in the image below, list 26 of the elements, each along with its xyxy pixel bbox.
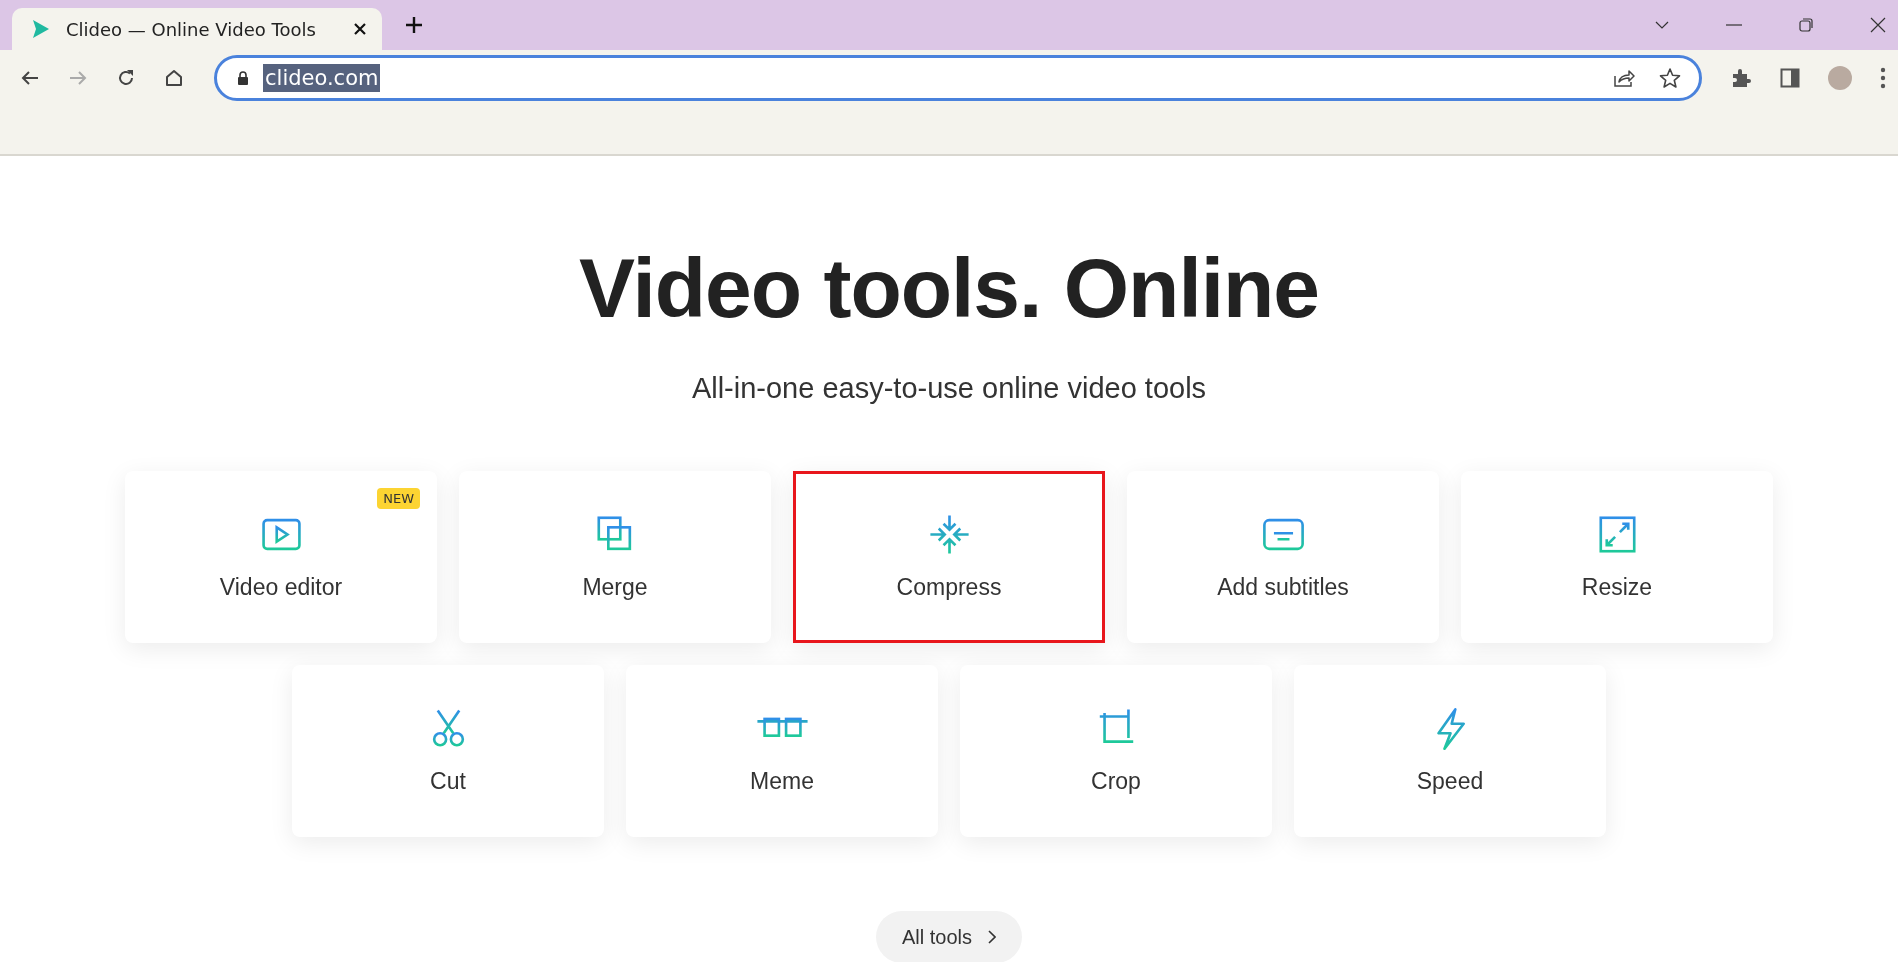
tool-card[interactable]: Meme [626, 665, 938, 837]
tool-label: Merge [582, 574, 648, 601]
tool-card[interactable]: Crop [960, 665, 1272, 837]
tool-card[interactable]: Video editor NEW [125, 471, 437, 643]
tool-card[interactable]: Compress [793, 471, 1105, 643]
url-text: clideo.com [263, 64, 381, 92]
tool-label: Resize [1581, 574, 1653, 601]
tool-label: Add subtitles [1217, 574, 1349, 601]
tool-card[interactable]: Add subtitles [1127, 471, 1439, 643]
address-bar[interactable]: clideo.com [214, 55, 1702, 101]
browser-tab[interactable]: Clideo — Online Video Tools [12, 8, 382, 50]
tool-label: Speed [1416, 768, 1484, 795]
tool-label: Compress [896, 574, 1002, 601]
page-subheading: All-in-one easy-to-use online video tools [691, 372, 1207, 405]
tab-title: Clideo — Online Video Tools [66, 18, 317, 40]
all-tools-button[interactable]: All tools [876, 911, 1022, 962]
tool-card[interactable]: Merge [459, 471, 771, 643]
tool-card[interactable]: Cut [292, 665, 604, 837]
page-heading: Video tools. Online [578, 246, 1320, 330]
tool-label: Crop [1091, 768, 1141, 795]
tool-label: Cut [430, 768, 466, 795]
tool-card[interactable]: Resize [1461, 471, 1773, 643]
tool-label: Video editor [219, 574, 343, 601]
new-badge: NEW [377, 488, 420, 509]
tool-card[interactable]: Speed [1294, 665, 1606, 837]
tool-label: Meme [750, 768, 814, 795]
